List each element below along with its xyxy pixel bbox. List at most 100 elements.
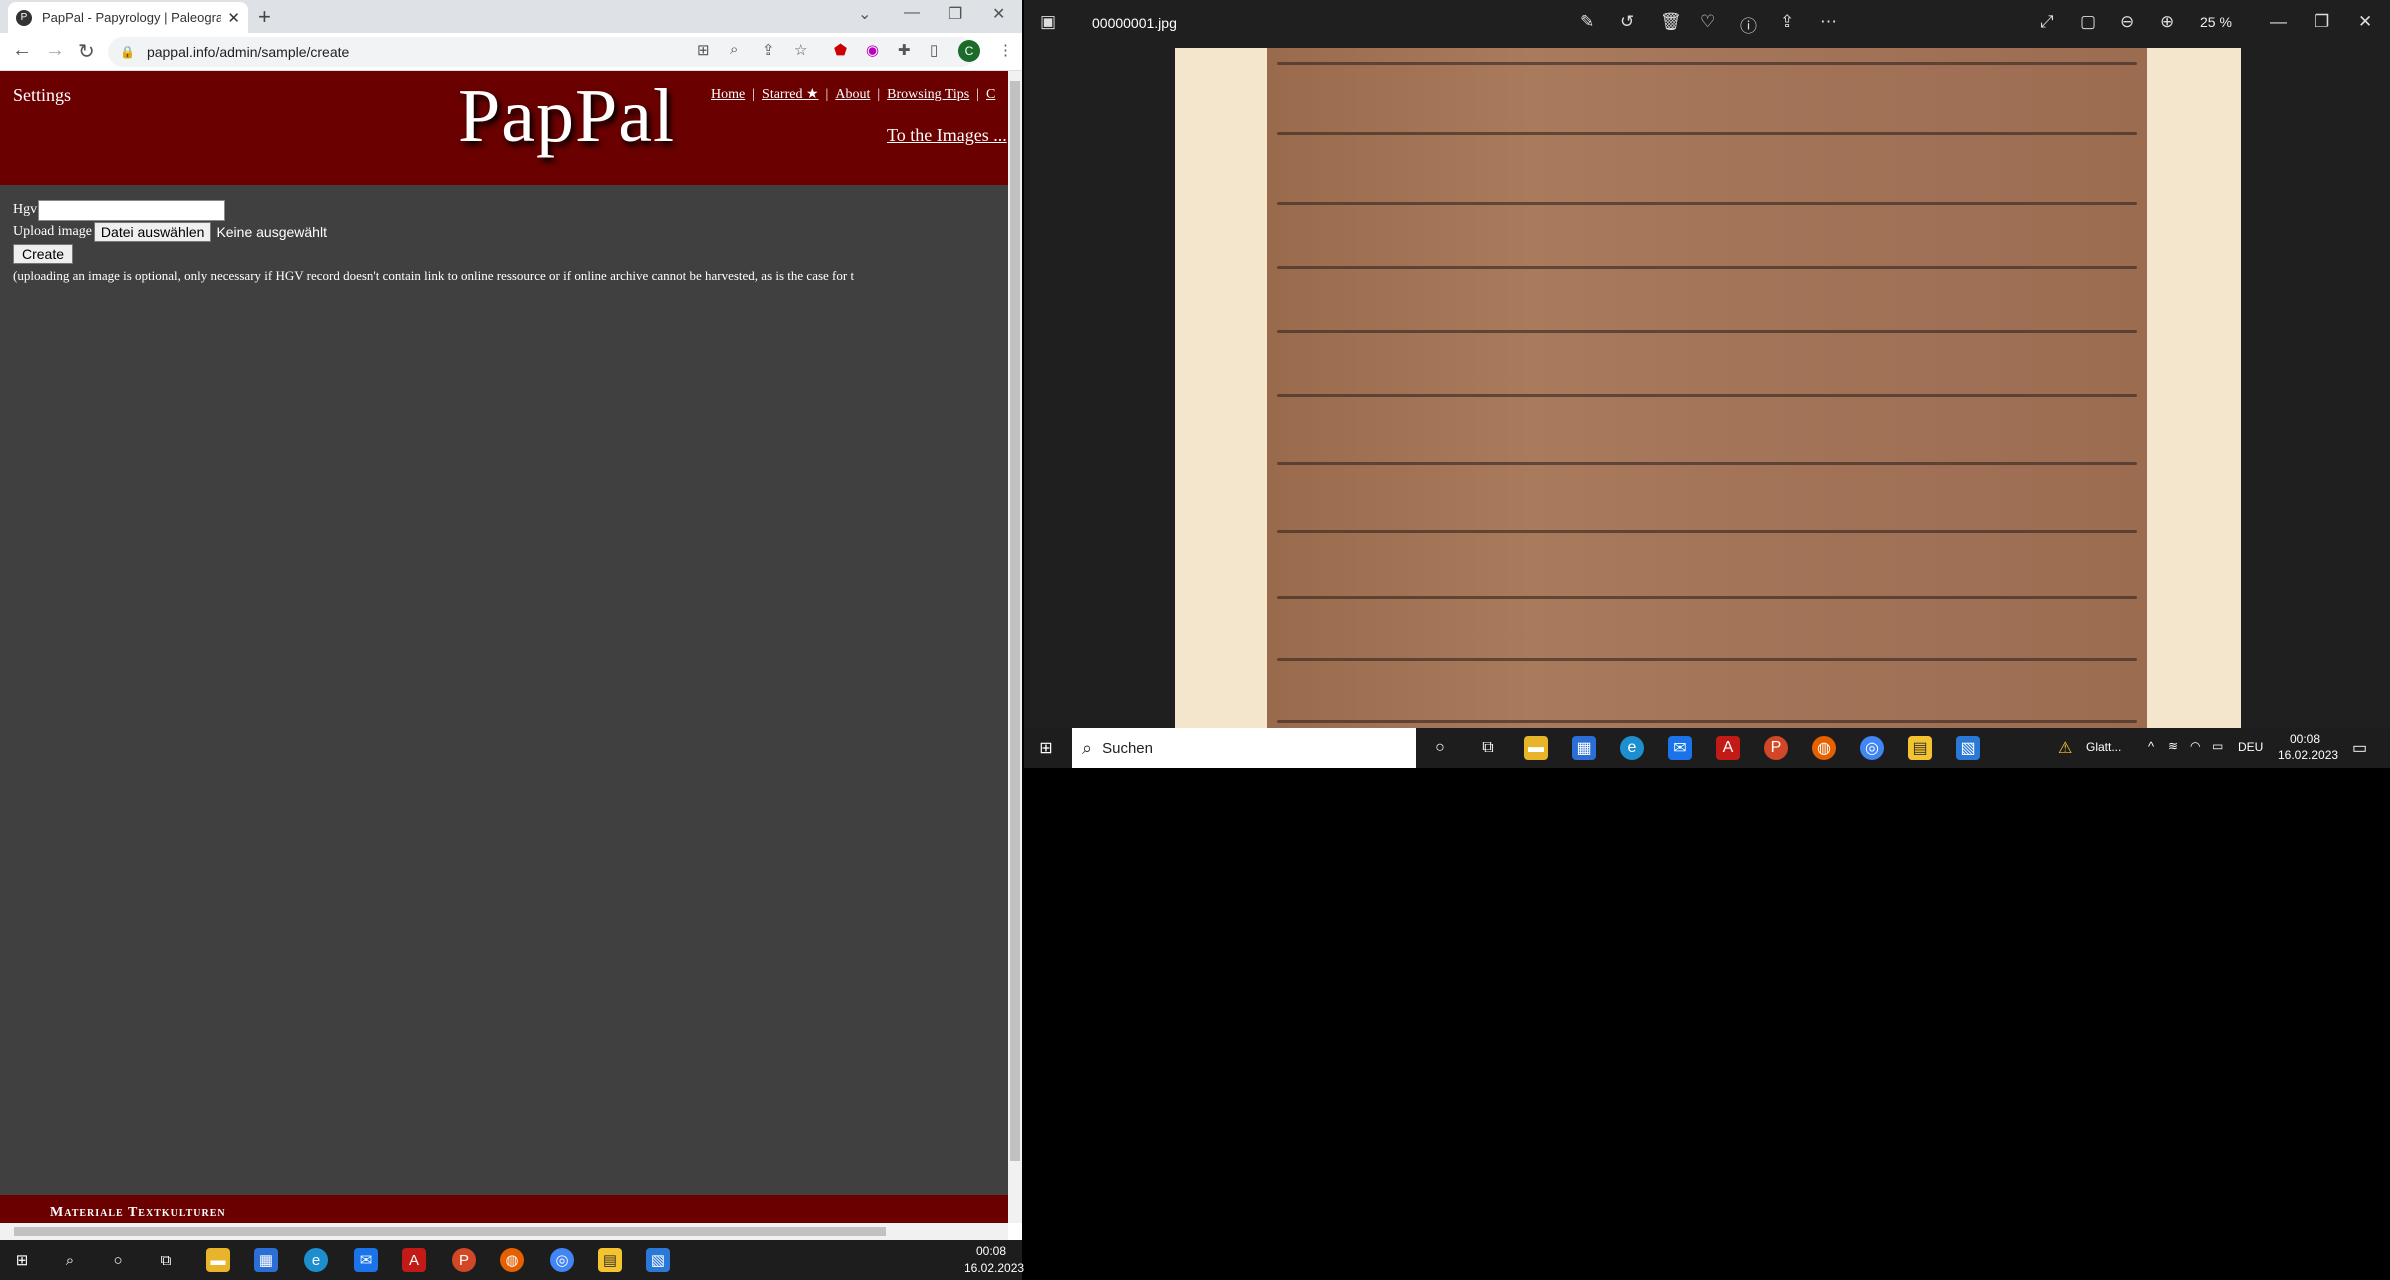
rotate-icon[interactable]: ↺ xyxy=(1620,12,1634,32)
site-banner: Settings PapPal Home | Starred ★ | About | Bro… xyxy=(0,71,1008,185)
task-view-icon[interactable]: ⧉ xyxy=(154,1248,178,1272)
photos-minimize-icon[interactable]: — xyxy=(2270,12,2287,32)
powerpoint-icon[interactable]: P xyxy=(452,1248,476,1272)
firefox-icon[interactable]: ◍ xyxy=(1812,736,1836,760)
photos-titlebar: ▣ 00000001.jpg ✎ ↺ 🗑 ♡ ⓘ ⇪ ⋯ ⤢ ▢ ⊖ ⊕ 25 … xyxy=(1024,0,2390,48)
cortana-icon[interactable]: ○ xyxy=(1428,736,1452,760)
settings-link[interactable]: Settings xyxy=(13,85,71,106)
horizontal-scrollbar[interactable] xyxy=(0,1223,1008,1240)
info-icon[interactable]: ⓘ xyxy=(1740,12,1757,37)
vertical-scroll-thumb[interactable] xyxy=(1010,81,1020,1161)
share-icon[interactable]: ⇪ xyxy=(762,41,775,59)
tab-search-icon[interactable]: ⌄ xyxy=(858,4,871,24)
image-canvas[interactable] xyxy=(1175,48,2241,728)
weather-alert-text[interactable]: Glatt... xyxy=(2086,740,2121,754)
close-tab-icon[interactable]: ✕ xyxy=(227,9,240,27)
wifi-icon[interactable]: ◠ xyxy=(2190,739,2200,753)
hgv-label: Hgv xyxy=(13,202,38,217)
nav-starred[interactable]: Starred ★ xyxy=(762,87,818,102)
photos-app-icon[interactable]: ▧ xyxy=(1956,736,1980,760)
notification-icon[interactable]: ▭ xyxy=(2352,738,2367,758)
browser-tab[interactable]: P PapPal - Papyrology | Paleograph ✕ xyxy=(8,2,248,33)
mail-icon[interactable]: ✉ xyxy=(354,1248,378,1272)
site-footer: Materiale Textkulturen xyxy=(0,1195,1008,1223)
mail-icon[interactable]: ✉ xyxy=(1668,736,1692,760)
task-view-icon[interactable]: ⧉ xyxy=(1476,736,1500,760)
taskbar-left: ⊞ ⌕ ○ ⧉ ▬ ▦ e ✉ A P ◍ ◎ ▤ ▧ 00:08 16.02.… xyxy=(0,1240,1024,1280)
create-button[interactable]: Create xyxy=(13,244,74,264)
tray-date[interactable]: 16.02.2023 xyxy=(2278,748,2338,762)
close-window-icon[interactable]: ✕ xyxy=(992,4,1005,24)
zoom-icon[interactable]: ⌕ xyxy=(730,41,738,58)
file-explorer-icon[interactable]: ▬ xyxy=(1524,736,1548,760)
windows-start-icon[interactable]: ⊞ xyxy=(1034,736,1058,760)
search-placeholder: Suchen xyxy=(1102,739,1153,757)
restore-icon[interactable]: ❐ xyxy=(948,4,962,24)
vertical-scrollbar[interactable] xyxy=(1008,71,1022,1223)
edge-icon[interactable]: e xyxy=(304,1248,328,1272)
edge-icon[interactable]: e xyxy=(1620,736,1644,760)
reload-icon[interactable]: ↻ xyxy=(78,39,95,64)
tray-date[interactable]: 16.02.2023 xyxy=(964,1261,1024,1275)
nav-home[interactable]: Home xyxy=(711,87,745,102)
delete-icon[interactable]: 🗑 xyxy=(1660,12,1682,32)
network-icon[interactable]: ≋ xyxy=(2168,739,2178,753)
fullscreen-icon[interactable]: ⤢ xyxy=(2040,12,2054,32)
extensions-puzzle-icon[interactable]: ✚ xyxy=(898,41,911,59)
sticky-notes-icon[interactable]: ▤ xyxy=(598,1248,622,1272)
forward-icon[interactable]: → xyxy=(45,39,65,62)
taskbar-search[interactable]: ⌕ Suchen xyxy=(1072,728,1416,768)
translate-icon[interactable]: ⊞ xyxy=(697,41,710,59)
pappal-logo[interactable]: PapPal xyxy=(458,73,675,160)
photos-close-icon[interactable]: ✕ xyxy=(2358,12,2372,32)
share-icon[interactable]: ⇪ xyxy=(1780,12,1794,32)
bookmark-star-icon[interactable]: ☆ xyxy=(794,41,807,59)
nav-clipped[interactable]: C xyxy=(986,87,995,102)
chrome-icon[interactable]: ◎ xyxy=(1860,736,1884,760)
gallery-icon[interactable]: ▣ xyxy=(1040,12,1056,32)
nav-about[interactable]: About xyxy=(835,87,870,102)
tray-time[interactable]: 00:08 xyxy=(976,1244,1006,1258)
sticky-notes-icon[interactable]: ▤ xyxy=(1908,736,1932,760)
footer-logo-text: Materiale Textkulturen xyxy=(50,1205,226,1220)
battery-icon[interactable]: ▭ xyxy=(2212,739,2223,753)
store-icon[interactable]: ▦ xyxy=(254,1248,278,1272)
horizontal-scroll-thumb[interactable] xyxy=(14,1227,886,1236)
choose-file-button[interactable]: Datei auswählen xyxy=(93,222,212,242)
cortana-icon[interactable]: ○ xyxy=(106,1248,130,1272)
store-icon[interactable]: ▦ xyxy=(1572,736,1596,760)
extension-red-icon[interactable]: ⬟ xyxy=(834,41,847,59)
acrobat-icon[interactable]: A xyxy=(402,1248,426,1272)
minimize-icon[interactable]: — xyxy=(904,4,920,22)
firefox-icon[interactable]: ◍ xyxy=(500,1248,524,1272)
language-indicator[interactable]: DEU xyxy=(2238,740,2263,754)
extension-purple-icon[interactable]: ◉ xyxy=(866,41,879,59)
favorite-heart-icon[interactable]: ♡ xyxy=(1700,12,1715,32)
side-panel-icon[interactable]: ▯ xyxy=(930,41,938,59)
back-icon[interactable]: ← xyxy=(12,39,32,62)
fit-window-icon[interactable]: ▢ xyxy=(2080,12,2096,32)
powerpoint-icon[interactable]: P xyxy=(1764,736,1788,760)
file-explorer-icon[interactable]: ▬ xyxy=(206,1248,230,1272)
new-tab-icon[interactable]: + xyxy=(258,4,271,30)
photos-app-icon[interactable]: ▧ xyxy=(646,1248,670,1272)
search-icon[interactable]: ⌕ xyxy=(58,1248,82,1272)
tray-time[interactable]: 00:08 xyxy=(2290,732,2320,746)
warning-icon[interactable]: ⚠ xyxy=(2058,738,2072,758)
to-the-images-link[interactable]: To the Images ... xyxy=(887,125,1007,146)
zoom-in-icon[interactable]: ⊕ xyxy=(2160,12,2174,32)
zoom-level: 25 % xyxy=(2200,14,2232,30)
acrobat-icon[interactable]: A xyxy=(1716,736,1740,760)
tray-chevron-icon[interactable]: ^ xyxy=(2148,739,2154,754)
edit-image-icon[interactable]: ✎ xyxy=(1580,12,1594,32)
menu-dots-icon[interactable]: ⋮ xyxy=(998,41,1013,59)
photos-restore-icon[interactable]: ❐ xyxy=(2314,12,2329,32)
nav-browsing-tips[interactable]: Browsing Tips xyxy=(887,87,969,102)
upload-note: (uploading an image is optional, only ne… xyxy=(13,268,855,283)
chrome-icon[interactable]: ◎ xyxy=(550,1248,574,1272)
more-icon[interactable]: ⋯ xyxy=(1820,12,1837,32)
profile-avatar[interactable]: C xyxy=(958,40,980,62)
zoom-out-icon[interactable]: ⊖ xyxy=(2120,12,2134,32)
windows-start-icon[interactable]: ⊞ xyxy=(10,1248,34,1272)
hgv-input[interactable] xyxy=(38,199,226,221)
